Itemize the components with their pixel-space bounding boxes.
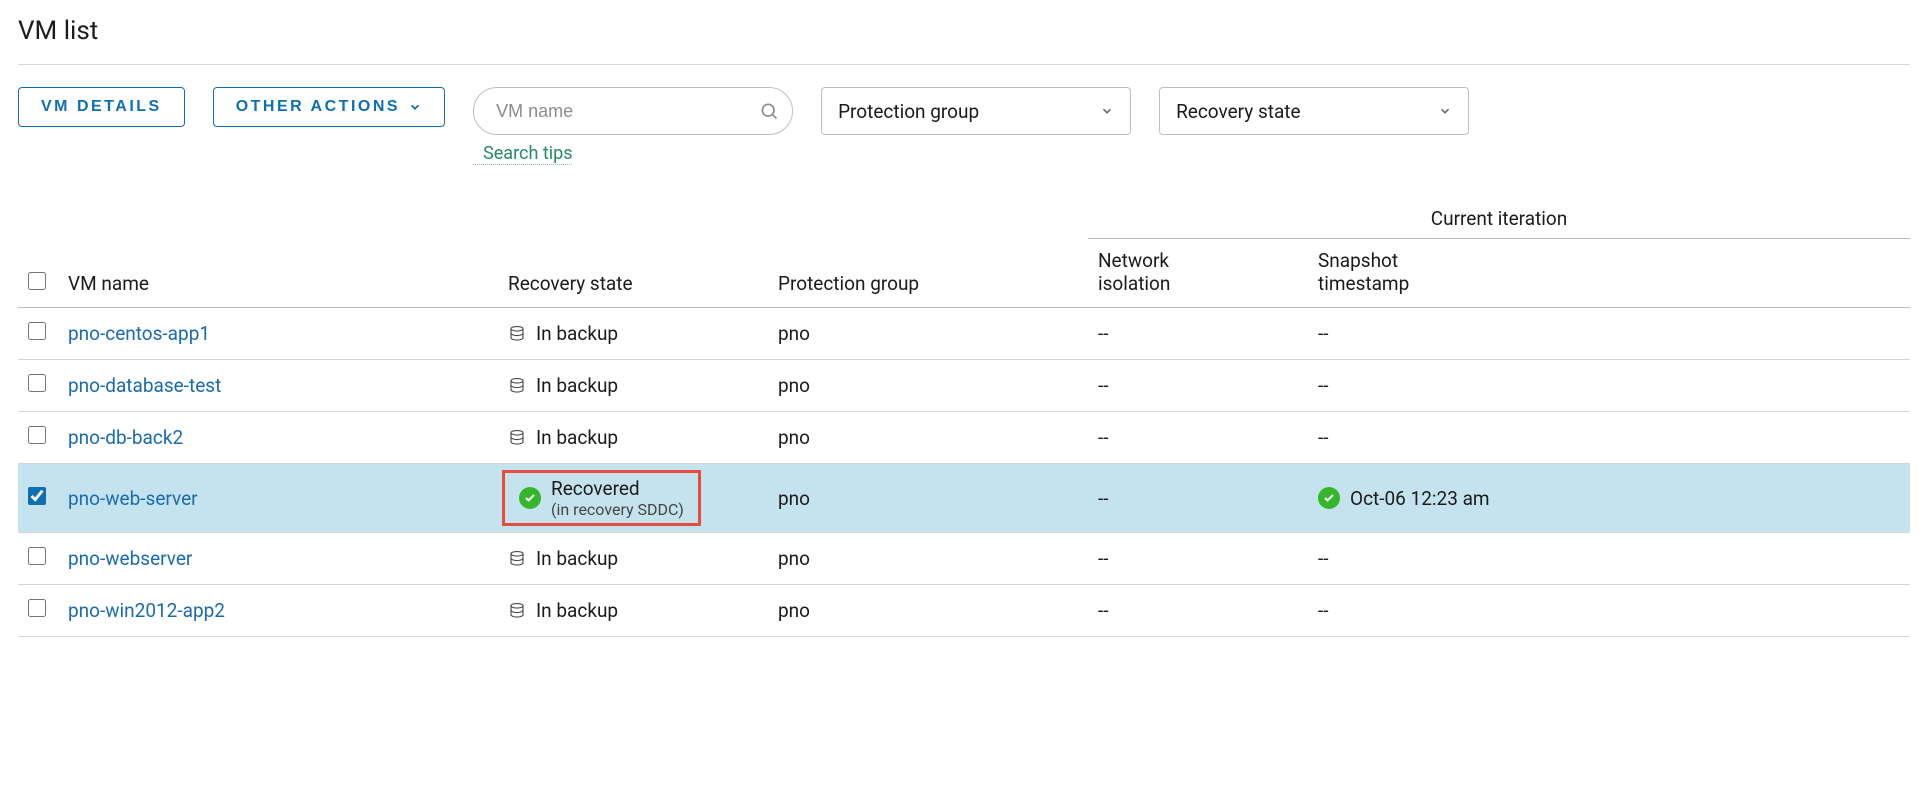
search-tips-link[interactable]: Search tips <box>473 143 572 165</box>
state-text: In backup <box>536 547 618 570</box>
other-actions-label: OTHER ACTIONS <box>236 98 400 116</box>
header-protection-group: Protection group <box>768 239 1088 308</box>
toolbar: VM DETAILS OTHER ACTIONS Search tips Pro… <box>18 87 1910 165</box>
network-isolation-cell: -- <box>1088 464 1308 533</box>
protection-group-cell: pno <box>768 464 1088 533</box>
snapshot-cell: -- <box>1308 308 1910 360</box>
recovery-state-label: Recovery state <box>1176 100 1301 123</box>
network-isolation-cell: -- <box>1088 360 1308 412</box>
database-icon <box>508 428 526 448</box>
page-title: VM list <box>18 16 1910 65</box>
vm-details-label: VM DETAILS <box>41 98 162 116</box>
vm-link[interactable]: pno-win2012-app2 <box>68 599 225 622</box>
protection-group-cell: pno <box>768 412 1088 464</box>
protection-group-cell: pno <box>768 533 1088 585</box>
table-row: pno-db-back2In backuppno---- <box>18 412 1910 464</box>
row-checkbox[interactable] <box>28 547 46 565</box>
network-isolation-cell: -- <box>1088 308 1308 360</box>
database-icon <box>508 376 526 396</box>
vm-link[interactable]: pno-centos-app1 <box>68 322 210 345</box>
row-checkbox[interactable] <box>28 487 46 505</box>
protection-group-cell: pno <box>768 360 1088 412</box>
snapshot-text: Oct-06 12:23 am <box>1350 487 1490 510</box>
vm-details-button[interactable]: VM DETAILS <box>18 87 185 127</box>
snapshot-cell: -- <box>1308 585 1910 637</box>
vm-link[interactable]: pno-db-back2 <box>68 426 183 449</box>
search-input[interactable] <box>473 87 793 135</box>
state-text: In backup <box>536 426 618 449</box>
protection-group-label: Protection group <box>838 100 979 123</box>
state-subtext: (in recovery SDDC) <box>551 500 684 519</box>
table-row: pno-win2012-app2In backuppno---- <box>18 585 1910 637</box>
snapshot-cell: -- <box>1308 360 1910 412</box>
chevron-down-icon <box>1100 104 1114 118</box>
protection-group-cell: pno <box>768 585 1088 637</box>
database-icon <box>508 549 526 569</box>
snapshot-cell: Oct-06 12:23 am <box>1308 464 1910 533</box>
vm-link[interactable]: pno-database-test <box>68 374 221 397</box>
snapshot-cell: -- <box>1308 412 1910 464</box>
header-network-isolation: Network isolation <box>1088 239 1308 308</box>
vm-table: Current iteration VM name Recovery state… <box>18 201 1910 637</box>
state-text: In backup <box>536 599 618 622</box>
table-row: pno-centos-app1In backuppno---- <box>18 308 1910 360</box>
database-icon <box>508 601 526 621</box>
header-current-iteration: Current iteration <box>1088 201 1910 239</box>
other-actions-button[interactable]: OTHER ACTIONS <box>213 87 445 127</box>
table-row: pno-webserverIn backuppno---- <box>18 533 1910 585</box>
check-circle-icon <box>1318 487 1340 509</box>
row-checkbox[interactable] <box>28 426 46 444</box>
chevron-down-icon <box>408 100 422 114</box>
check-circle-icon <box>519 487 541 509</box>
row-checkbox[interactable] <box>28 599 46 617</box>
state-text: In backup <box>536 374 618 397</box>
network-isolation-cell: -- <box>1088 412 1308 464</box>
row-checkbox[interactable] <box>28 322 46 340</box>
select-all-checkbox[interactable] <box>28 272 46 290</box>
header-vm-name: VM name <box>58 239 498 308</box>
network-isolation-cell: -- <box>1088 585 1308 637</box>
table-row: pno-database-testIn backuppno---- <box>18 360 1910 412</box>
state-text: Recovered <box>551 477 684 500</box>
snapshot-cell: -- <box>1308 533 1910 585</box>
table-row: pno-web-server Recovered(in recovery SDDC… <box>18 464 1910 533</box>
header-snapshot-timestamp: Snapshot timestamp <box>1308 239 1910 308</box>
protection-group-cell: pno <box>768 308 1088 360</box>
search-box <box>473 87 793 135</box>
recovery-state-highlight: Recovered(in recovery SDDC) <box>502 470 701 526</box>
protection-group-dropdown[interactable]: Protection group <box>821 87 1131 135</box>
database-icon <box>508 324 526 344</box>
recovery-state-dropdown[interactable]: Recovery state <box>1159 87 1469 135</box>
network-isolation-cell: -- <box>1088 533 1308 585</box>
search-icon <box>759 101 779 121</box>
vm-link[interactable]: pno-webserver <box>68 547 192 570</box>
row-checkbox[interactable] <box>28 374 46 392</box>
chevron-down-icon <box>1438 104 1452 118</box>
header-recovery-state: Recovery state <box>498 239 768 308</box>
state-text: In backup <box>536 322 618 345</box>
vm-link[interactable]: pno-web-server <box>68 487 198 510</box>
